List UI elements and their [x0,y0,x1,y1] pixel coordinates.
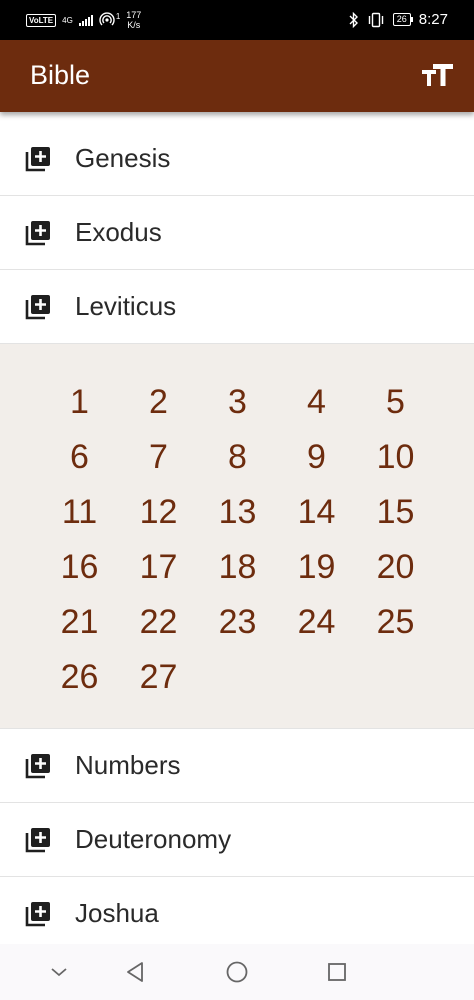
chapter-19[interactable]: 19 [277,543,356,592]
add-box-icon [25,294,50,319]
book-list: Genesis Exodus Leviticus 1 2 3 4 5 6 7 8 9 10 11 12… [0,122,474,951]
chapter-7[interactable]: 7 [119,433,198,482]
book-row-leviticus[interactable]: Leviticus [0,270,474,344]
bluetooth-icon [349,11,358,28]
chapter-1[interactable]: 1 [40,378,119,427]
add-box-icon [25,901,50,926]
chapter-27[interactable]: 27 [119,653,198,702]
book-name: Numbers [75,750,181,780]
chapter-panel: 1 2 3 4 5 6 7 8 9 10 11 12 13 14 15 16 17 18 19 20 21 22 23 24 2… [0,344,474,729]
chapter-3[interactable]: 3 [198,378,277,427]
chapter-16[interactable]: 16 [40,543,119,592]
text-size-icon[interactable] [420,60,454,92]
chapter-5[interactable]: 5 [356,378,435,427]
chapter-21[interactable]: 21 [40,598,119,647]
vibrate-icon [368,12,383,27]
status-bar: VoLTE 4G 1 177 K/s 26 8:27 [0,0,474,40]
hotspot-icon [99,12,115,26]
book-name: Exodus [75,217,162,247]
book-name: Joshua [75,898,159,928]
add-box-icon [25,827,50,852]
volte-icon: VoLTE [26,13,57,27]
book-name: Leviticus [75,291,177,321]
signal-icon [78,14,93,26]
book-name: Deuteronomy [75,824,232,854]
add-box-icon [25,753,50,778]
chapter-8[interactable]: 8 [198,433,277,482]
recents-icon[interactable] [323,958,351,986]
book-row-exodus[interactable]: Exodus [0,196,474,270]
data-speed-unit: K/s [127,20,141,30]
book-row-joshua[interactable]: Joshua [0,877,474,951]
status-right: 26 8:27 [349,11,448,28]
book-row-deuteronomy[interactable]: Deuteronomy [0,803,474,877]
chapter-24[interactable]: 24 [277,598,356,647]
network-type: 4G [62,15,73,25]
chapter-12[interactable]: 12 [119,488,198,537]
chapter-14[interactable]: 14 [277,488,356,537]
back-icon[interactable] [122,958,150,986]
add-box-icon [25,220,50,245]
system-nav-bar [0,944,474,1000]
status-left: VoLTE 4G 1 177 K/s [26,10,141,30]
chapter-11[interactable]: 11 [40,488,119,537]
chevron-down-icon[interactable] [45,958,73,986]
chapter-26[interactable]: 26 [40,653,119,702]
data-speed-value: 177 [126,10,142,20]
book-row-numbers[interactable]: Numbers [0,729,474,803]
chapter-6[interactable]: 6 [40,433,119,482]
chapter-20[interactable]: 20 [356,543,435,592]
app-bar: Bible [0,40,474,112]
chapter-25[interactable]: 25 [356,598,435,647]
chapter-10[interactable]: 10 [356,433,435,482]
clock: 8:27 [418,11,448,28]
chapter-15[interactable]: 15 [356,488,435,537]
chapter-23[interactable]: 23 [198,598,277,647]
book-row-genesis[interactable]: Genesis [0,122,474,196]
chapter-grid: 1 2 3 4 5 6 7 8 9 10 11 12 13 14 15 16 17 18 19 20 21 22 23 24 2… [40,378,474,702]
app-title: Bible [30,60,91,90]
data-speed: 177 K/s [126,10,141,30]
home-icon[interactable] [223,958,251,986]
add-box-icon [25,146,50,171]
chapter-2[interactable]: 2 [119,378,198,427]
sim-index: 1 [115,11,121,21]
chapter-18[interactable]: 18 [198,543,277,592]
chapter-17[interactable]: 17 [119,543,198,592]
chapter-4[interactable]: 4 [277,378,356,427]
chapter-22[interactable]: 22 [119,598,198,647]
book-name: Genesis [75,143,171,173]
battery-icon: 26 [392,13,413,26]
chapter-13[interactable]: 13 [198,488,277,537]
chapter-9[interactable]: 9 [277,433,356,482]
